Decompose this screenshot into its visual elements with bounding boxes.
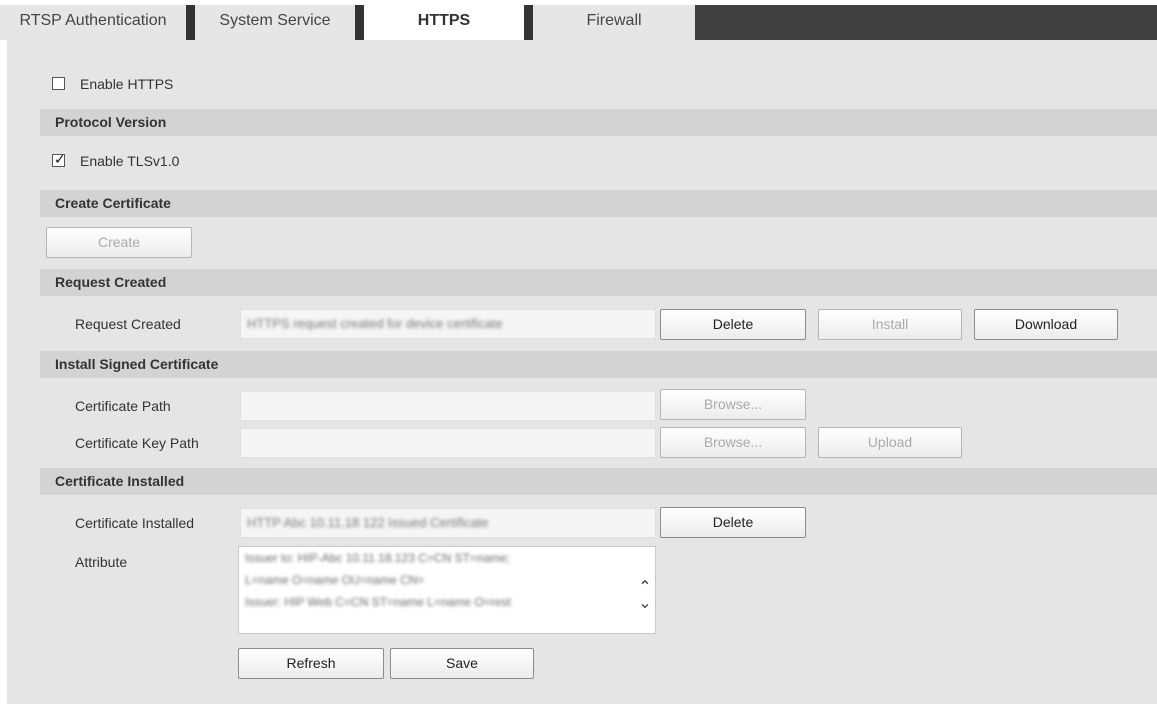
request-delete-button[interactable]: Delete <box>660 309 806 340</box>
section-install-signed-certificate: Install Signed Certificate <box>40 351 1157 378</box>
enable-https-checkbox[interactable] <box>52 77 65 90</box>
refresh-button[interactable]: Refresh <box>238 648 384 679</box>
chevron-down-icon[interactable]: ⌄ <box>637 593 653 613</box>
create-certificate-button[interactable]: Create <box>46 227 192 258</box>
attribute-line: L=name O=name OU=name CN= <box>245 573 425 587</box>
tab-system-service[interactable]: System Service <box>195 5 355 40</box>
request-created-value: HTTPS request created for device certifi… <box>247 316 503 331</box>
certificate-key-path-input[interactable] <box>240 428 656 458</box>
section-request-created: Request Created <box>40 269 1157 296</box>
browse-key-button[interactable]: Browse... <box>660 427 806 458</box>
attribute-line: Issuer to: HIP-Abc 10.11.18.123 C=CN ST=… <box>245 551 511 565</box>
section-certificate-installed: Certificate Installed <box>40 468 1157 495</box>
tab-https[interactable]: HTTPS <box>364 5 524 40</box>
tab-bar: RTSP Authentication System Service HTTPS… <box>0 0 1157 40</box>
certificate-installed-value: HTTP Abc 10.11.18 122 Issued Certificate <box>247 515 489 530</box>
tab-rtsp-authentication[interactable]: RTSP Authentication <box>0 5 186 40</box>
upload-button[interactable]: Upload <box>818 427 962 458</box>
browse-certificate-button[interactable]: Browse... <box>660 389 806 420</box>
certificate-path-input[interactable] <box>240 391 656 421</box>
checkmark-icon: ✓ <box>54 151 66 167</box>
request-created-field: HTTPS request created for device certifi… <box>240 309 656 339</box>
install-button[interactable]: Install <box>818 309 962 340</box>
enable-tls-label: Enable TLSv1.0 <box>80 153 180 169</box>
certificate-installed-label: Certificate Installed <box>75 515 195 531</box>
save-button[interactable]: Save <box>390 648 534 679</box>
attribute-line: Issuer: HIP Web C=CN ST=name L=name O=re… <box>245 595 511 609</box>
download-button[interactable]: Download <box>974 309 1118 340</box>
attribute-textarea[interactable]: Issuer to: HIP-Abc 10.11.18.123 C=CN ST=… <box>238 546 656 634</box>
tab-bar-filler <box>695 5 1157 40</box>
enable-tls-checkbox[interactable]: ✓ <box>52 151 66 167</box>
enable-https-label: Enable HTTPS <box>80 76 174 92</box>
tab-separator <box>524 5 533 40</box>
tab-separator <box>186 5 195 40</box>
section-create-certificate: Create Certificate <box>40 190 1157 217</box>
section-protocol-version: Protocol Version <box>40 109 1157 136</box>
certificate-path-label: Certificate Path <box>75 398 171 414</box>
certificate-delete-button[interactable]: Delete <box>660 507 806 538</box>
attribute-label: Attribute <box>75 554 128 570</box>
tab-firewall[interactable]: Firewall <box>533 5 695 40</box>
certificate-key-path-label: Certificate Key Path <box>75 435 199 451</box>
tab-separator <box>355 5 364 40</box>
request-created-label: Request Created <box>75 316 181 332</box>
certificate-installed-field: HTTP Abc 10.11.18 122 Issued Certificate <box>240 508 656 538</box>
https-settings-page: RTSP Authentication System Service HTTPS… <box>0 0 1157 704</box>
